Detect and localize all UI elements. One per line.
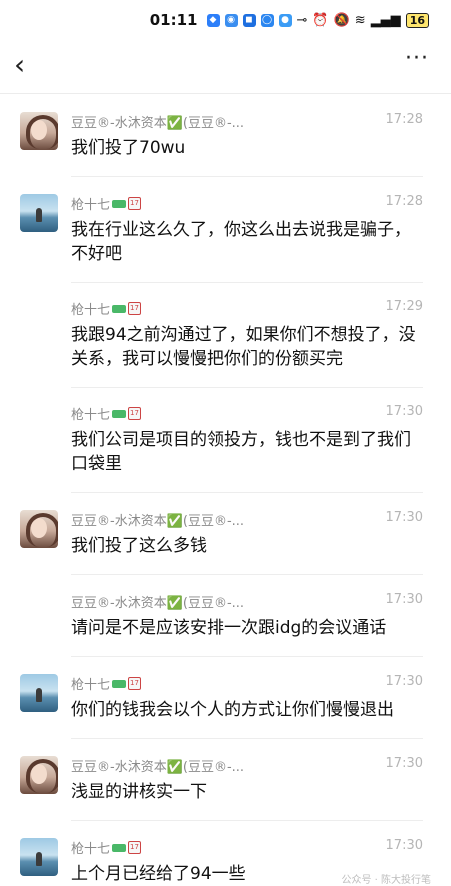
more-options-button[interactable]: ··· bbox=[405, 46, 429, 71]
message-text: 我跟94之前沟通过了，如果你们不想投了，没关系，我可以慢慢把你们的份额买完 bbox=[71, 325, 416, 369]
message-time: 17:30 bbox=[385, 674, 423, 689]
sender-name: 枪十七 17 bbox=[71, 838, 142, 857]
calendar-emoji-icon: 17 bbox=[128, 407, 142, 420]
calendar-emoji-icon: 17 bbox=[128, 302, 142, 315]
gun-emoji-icon bbox=[112, 304, 127, 313]
message-item[interactable]: 豆豆®-水沐资本✅(豆豆®-... 17:30 请问是不是应该安排一次跟idg的… bbox=[0, 578, 451, 658]
message-time: 17:30 bbox=[385, 404, 423, 419]
message-divider bbox=[71, 492, 423, 493]
message-divider bbox=[71, 176, 423, 177]
message-divider bbox=[71, 738, 423, 739]
avatar[interactable] bbox=[20, 194, 58, 232]
message-divider bbox=[71, 282, 423, 283]
message-divider bbox=[71, 656, 423, 657]
mute-icon: 🔕 bbox=[333, 12, 350, 28]
alarm-off-icon: ⏰ bbox=[312, 12, 329, 28]
avatar[interactable] bbox=[20, 756, 58, 794]
message-item[interactable]: 枪十七 17 17:28 我在行业这么久了，你这么出去说我是骗子，不好吧 bbox=[0, 180, 451, 284]
message-time: 17:29 bbox=[385, 299, 423, 314]
message-text: 浅显的讲核实一下 bbox=[71, 782, 207, 802]
message-time: 17:30 bbox=[385, 838, 423, 853]
message-item[interactable]: 枪十七 17 17:29 我跟94之前沟通过了，如果你们不想投了，没关系，我可以… bbox=[0, 285, 451, 389]
message-item[interactable]: 枪十七 17 17:30 你们的钱我会以个人的方式让你们慢慢退出 bbox=[0, 660, 451, 740]
wifi-icon: ≋ bbox=[354, 12, 366, 28]
gun-emoji-icon bbox=[112, 199, 127, 208]
calendar-emoji-icon: 17 bbox=[128, 197, 142, 210]
message-text: 我们公司是项目的领投方，钱也不是到了我们口袋里 bbox=[71, 430, 411, 474]
status-time: 01:11 bbox=[149, 11, 198, 29]
sender-name: 枪十七 17 bbox=[71, 404, 142, 423]
avatar[interactable] bbox=[20, 838, 58, 876]
message-text: 我们投了70wu bbox=[71, 138, 186, 158]
sender-name: 豆豆®-水沐资本✅(豆豆®-... bbox=[71, 514, 245, 529]
message-time: 17:30 bbox=[385, 592, 423, 607]
app-notification-icon: ◯ bbox=[260, 13, 274, 27]
battery-icon: 16 bbox=[405, 12, 429, 28]
message-time: 17:30 bbox=[385, 510, 423, 525]
gun-emoji-icon bbox=[112, 409, 127, 418]
gun-emoji-icon bbox=[112, 843, 127, 852]
message-item[interactable]: 枪十七 17 17:30 我们公司是项目的领投方，钱也不是到了我们口袋里 bbox=[0, 390, 451, 494]
app-notification-icon: ◉ bbox=[224, 13, 238, 27]
message-time: 17:28 bbox=[385, 112, 423, 127]
sender-name: 枪十七 17 bbox=[71, 674, 142, 693]
chat-header: ‹ ··· bbox=[0, 40, 451, 94]
signal-icon: ▂▄▆ bbox=[370, 12, 401, 28]
gun-emoji-icon bbox=[112, 679, 127, 688]
sender-name: 枪十七 17 bbox=[71, 194, 142, 213]
key-icon: ⊸ bbox=[296, 12, 308, 28]
app-notification-icon: ◆ bbox=[206, 13, 220, 27]
message-item[interactable]: 豆豆®-水沐资本✅(豆豆®-... 17:30 我们投了这么多钱 bbox=[0, 496, 451, 576]
header-divider bbox=[0, 93, 451, 94]
sender-name: 豆豆®-水沐资本✅(豆豆®-... bbox=[71, 116, 245, 131]
message-divider bbox=[71, 574, 423, 575]
message-divider bbox=[71, 387, 423, 388]
avatar[interactable] bbox=[20, 112, 58, 150]
message-time: 17:30 bbox=[385, 756, 423, 771]
chevron-left-icon[interactable]: ‹ bbox=[14, 50, 25, 80]
avatar[interactable] bbox=[20, 674, 58, 712]
app-notification-icon: ● bbox=[278, 13, 292, 27]
avatar[interactable] bbox=[20, 510, 58, 548]
message-time: 17:28 bbox=[385, 194, 423, 209]
calendar-emoji-icon: 17 bbox=[128, 841, 142, 854]
message-item[interactable]: 豆豆®-水沐资本✅(豆豆®-... 17:30 浅显的讲核实一下 bbox=[0, 742, 451, 822]
sender-name: 豆豆®-水沐资本✅(豆豆®-... bbox=[71, 760, 245, 775]
message-text: 请问是不是应该安排一次跟idg的会议通话 bbox=[71, 618, 387, 638]
message-divider bbox=[71, 820, 423, 821]
sender-name: 豆豆®-水沐资本✅(豆豆®-... bbox=[71, 596, 245, 611]
calendar-emoji-icon: 17 bbox=[128, 677, 142, 690]
status-bar: 01:11 ◆ ◉ ◼ ◯ ● ⊸ ⏰ 🔕 ≋ ▂▄▆ 16 bbox=[0, 0, 451, 40]
app-notification-icon: ◼ bbox=[242, 13, 256, 27]
sender-name: 枪十七 17 bbox=[71, 299, 142, 318]
message-text: 我在行业这么久了，你这么出去说我是骗子，不好吧 bbox=[71, 220, 411, 264]
message-text: 我们投了这么多钱 bbox=[71, 536, 207, 556]
message-item[interactable]: 豆豆®-水沐资本✅(豆豆®-... 17:28 我们投了70wu bbox=[0, 98, 451, 178]
message-text: 你们的钱我会以个人的方式让你们慢慢退出 bbox=[71, 700, 394, 720]
